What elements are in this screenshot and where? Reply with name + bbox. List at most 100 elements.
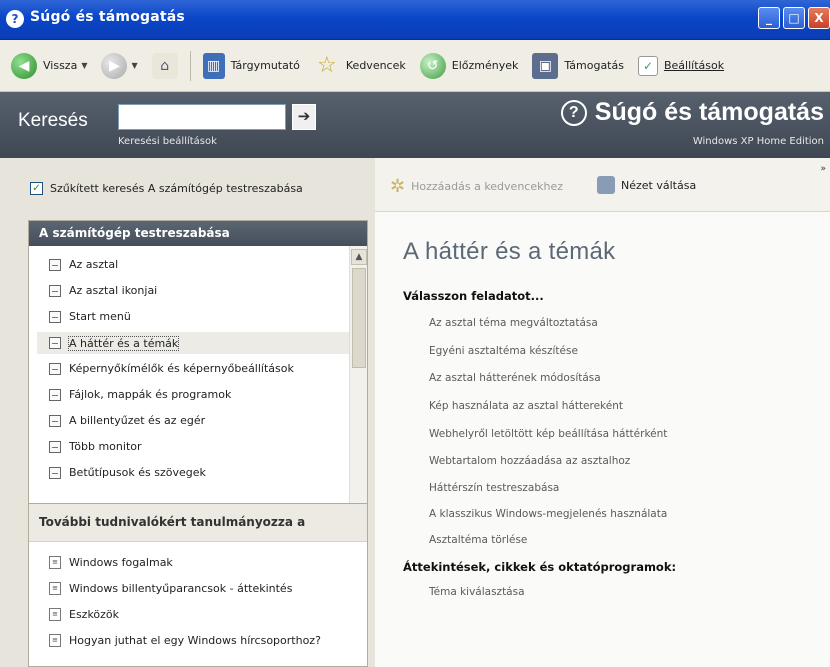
bullet-icon [49, 440, 61, 453]
support-icon: ▣ [532, 52, 559, 79]
list-item[interactable]: Betűtípusok és szövegek [49, 466, 206, 479]
bullet-icon [49, 414, 61, 427]
bullet-icon [49, 466, 61, 479]
search-options-link[interactable]: Keresési beállítások [118, 136, 217, 147]
task-link[interactable]: Kép használata az asztal háttereként [429, 400, 623, 412]
checklist-icon: ✓ [637, 55, 658, 76]
narrow-search-label: Szűkített keresés A számítógép testresza… [50, 182, 303, 195]
article-link[interactable]: Téma kiválasztása [429, 586, 525, 598]
task-link[interactable]: Webtartalom hozzáadása az asztalhoz [429, 455, 630, 467]
title-bar: ? Súgó és támogatás _ □ X [0, 0, 830, 40]
list-item-label: A háttér és a témák [67, 335, 180, 351]
index-label: Tárgymutató [230, 59, 300, 72]
narrow-search-checkbox[interactable]: ✓ [30, 182, 43, 195]
star-add-icon: ✲ [390, 176, 406, 197]
topic-panel-title: A számítógép testreszabása [29, 221, 367, 246]
list-item[interactable]: Start menü [49, 310, 131, 323]
add-to-favorites-label: Hozzáadás a kedvencekhez [411, 180, 563, 193]
bullet-icon [49, 337, 61, 349]
task-link[interactable]: Háttérszín testreszabása [429, 482, 559, 494]
more-info-panel: További tudnivalókért tanulmányozza a ≡ W… [28, 503, 368, 667]
list-item-label: Start menü [69, 310, 131, 323]
home-icon: ⌂ [151, 52, 178, 79]
resource-link[interactable]: ≡ Eszközök [49, 608, 119, 621]
scroll-up-icon[interactable]: ▲ [351, 249, 367, 265]
list-item[interactable]: Képernyőkímélők és képernyőbeállítások [49, 362, 294, 375]
support-button[interactable]: ▣ Támogatás [527, 49, 629, 83]
index-button[interactable]: ▥ Tárgymutató [198, 49, 305, 83]
more-info-title: További tudnivalókért tanulmányozza a [29, 504, 367, 542]
home-button[interactable]: ⌂ [147, 49, 183, 83]
view-icon [597, 176, 615, 194]
bullet-icon [49, 362, 61, 375]
section-heading-articles: Áttekintések, cikkek és oktatóprogramok: [403, 560, 677, 574]
search-go-button[interactable]: ➔ [292, 104, 316, 130]
close-button[interactable]: X [808, 7, 830, 29]
forward-button[interactable]: ▶ ▼ [96, 49, 142, 83]
resource-link-label: Hogyan juthat el egy Windows hírcsoporth… [69, 634, 321, 647]
list-item-label: Az asztal ikonjai [69, 284, 158, 297]
brand-title: ? Súgó és támogatás [560, 98, 824, 127]
maximize-button[interactable]: □ [783, 7, 805, 29]
document-icon: ≡ [49, 556, 61, 569]
resource-link[interactable]: ≡ Windows billentyűparancsok - áttekintés [49, 582, 292, 595]
list-item-selected[interactable]: A háttér és a témák [37, 332, 349, 354]
task-link[interactable]: Az asztal téma megváltoztatása [429, 317, 598, 329]
document-icon: ≡ [49, 634, 61, 647]
star-icon: ☆ [317, 53, 337, 78]
resource-link[interactable]: ≡ Hogyan juthat el egy Windows hírcsoport… [49, 634, 321, 647]
section-heading-tasks: Válasszon feladatot... [403, 289, 544, 303]
list-item-label: Fájlok, mappák és programok [69, 388, 232, 401]
options-label: Beállítások [663, 59, 725, 72]
page-title: A háttér és a témák [403, 238, 616, 265]
toolbar: ◀ Vissza ▼ ▶ ▼ ⌂ ▥ Tárgymutató ☆ Kedvenc… [0, 40, 830, 92]
list-item[interactable]: Fájlok, mappák és programok [49, 388, 231, 401]
history-icon: ↺ [419, 52, 446, 79]
back-button[interactable]: ◀ Vissza ▼ [6, 49, 92, 83]
bullet-icon [49, 258, 61, 271]
document-icon: ≡ [49, 582, 61, 595]
search-header: Keresés ➔ Keresési beállítások ? Súgó és… [0, 92, 830, 158]
back-label: Vissza [43, 59, 78, 72]
history-button[interactable]: ↺ Előzmények [415, 49, 524, 83]
resource-link[interactable]: ≡ Windows fogalmak [49, 556, 173, 569]
list-item[interactable]: A billentyűzet és az egér [49, 414, 205, 427]
list-item[interactable]: Az asztal ikonjai [49, 284, 157, 297]
narrow-search-toggle[interactable]: ✓ Szűkített keresés A számítógép testres… [30, 182, 303, 195]
resource-link-label: Eszközök [69, 608, 120, 621]
chevron-down-icon[interactable]: ▼ [131, 61, 137, 70]
task-link[interactable]: Webhelyről letöltött kép beállítása hátt… [429, 428, 667, 440]
task-link[interactable]: Az asztal hátterének módosítása [429, 372, 601, 384]
add-to-favorites-button[interactable]: ✲ Hozzáadás a kedvencekhez [390, 176, 563, 197]
content-pane: ✲ Hozzáadás a kedvencekhez Nézet váltása… [375, 158, 830, 667]
task-link[interactable]: Egyéni asztaltéma készítése [429, 345, 578, 357]
resource-link-label: Windows fogalmak [69, 556, 173, 569]
history-label: Előzmények [451, 59, 519, 72]
bullet-icon [49, 310, 61, 323]
forward-arrow-icon: ▶ [101, 52, 128, 79]
favorites-button[interactable]: ☆ Kedvencek [309, 49, 411, 83]
list-item-label: Az asztal [69, 258, 119, 271]
list-item[interactable]: Több monitor [49, 440, 142, 453]
list-item[interactable]: Az asztal [49, 258, 118, 271]
change-view-label: Nézet váltása [621, 178, 697, 192]
list-item-label: Képernyőkímélők és képernyőbeállítások [69, 362, 294, 375]
minimize-button[interactable]: _ [758, 7, 780, 29]
chevron-down-icon[interactable]: ▼ [81, 61, 87, 70]
task-link[interactable]: Asztaltéma törlése [429, 534, 527, 546]
favorites-label: Kedvencek [345, 59, 406, 72]
scroll-thumb[interactable] [352, 268, 366, 368]
list-item-label: Több monitor [69, 440, 142, 453]
toolbar-divider [189, 50, 191, 81]
change-view-button[interactable]: Nézet váltása [597, 176, 696, 194]
left-pane: ✓ Szűkített keresés A számítógép testres… [0, 158, 375, 667]
task-link[interactable]: A klasszikus Windows-megjelenés használa… [429, 508, 667, 520]
options-button[interactable]: ✓ Beállítások [633, 49, 729, 83]
chevron-right-icon[interactable]: » [820, 164, 826, 174]
help-icon: ? [560, 99, 587, 126]
search-input[interactable] [118, 104, 286, 130]
window-title: Súgó és támogatás [30, 9, 185, 25]
content-toolbar: ✲ Hozzáadás a kedvencekhez Nézet váltása… [375, 158, 830, 212]
bullet-icon [49, 388, 61, 401]
document-icon: ≡ [49, 608, 61, 621]
